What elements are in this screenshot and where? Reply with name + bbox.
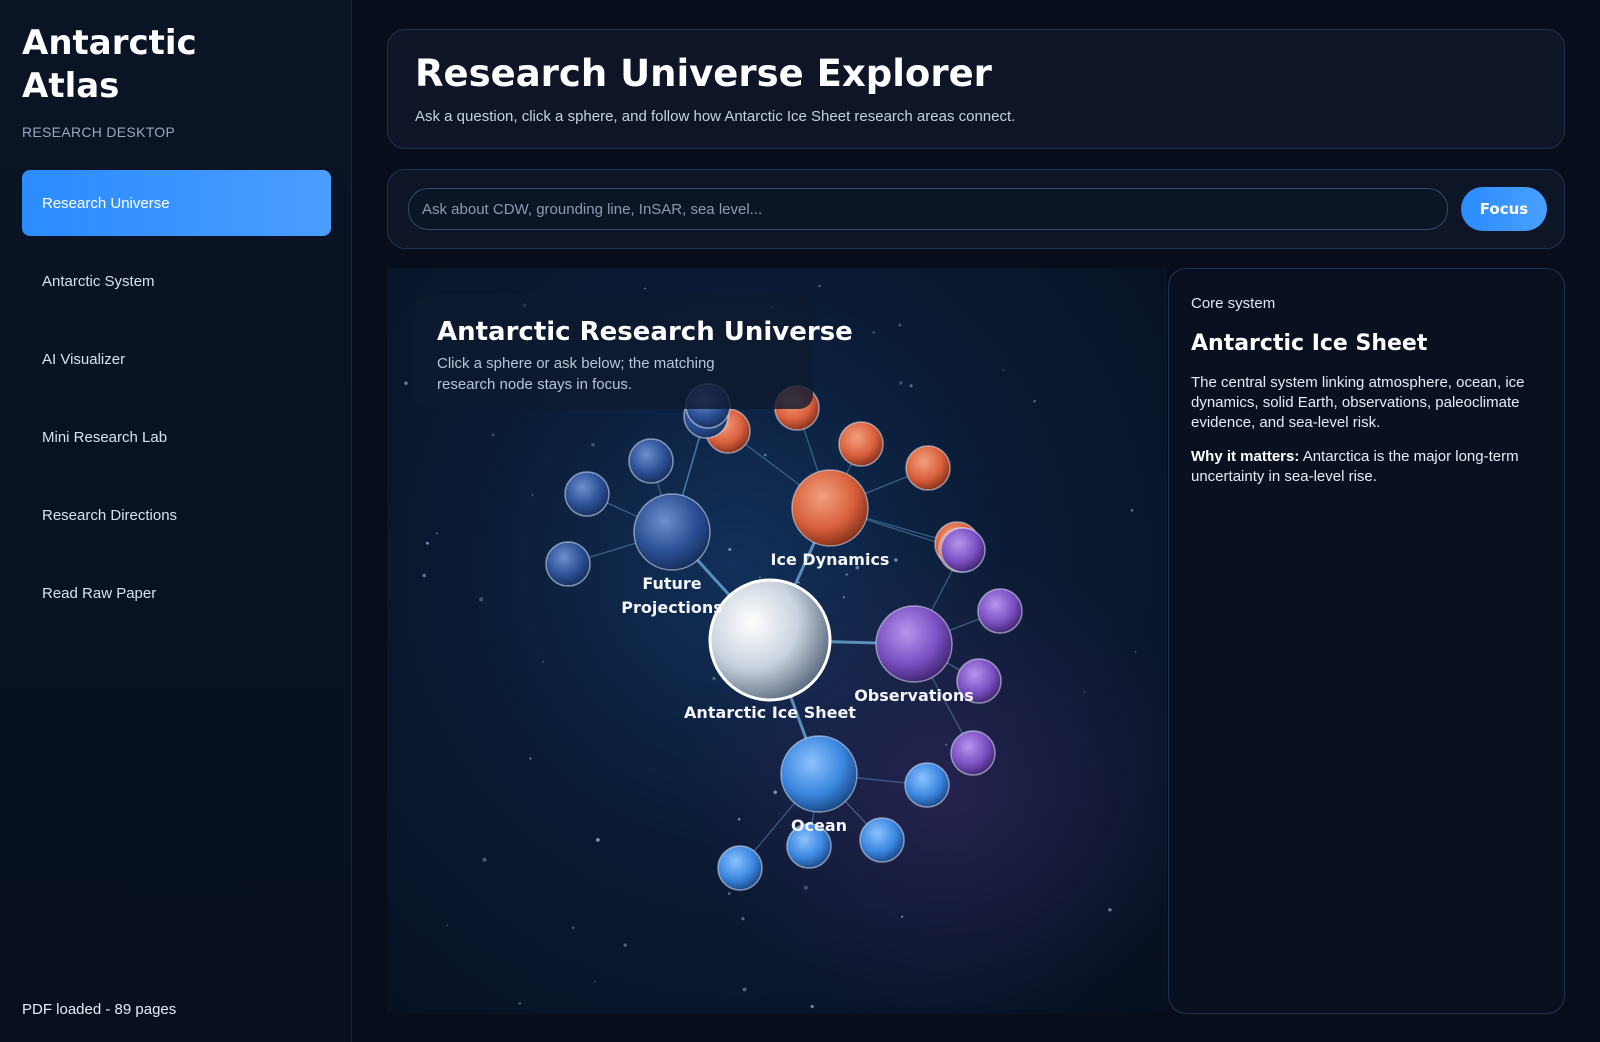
star <box>1002 368 1005 371</box>
star <box>945 743 948 746</box>
sidebar: Antarctic Atlas RESEARCH DESKTOP Researc… <box>0 0 352 1042</box>
star <box>763 453 767 457</box>
sidebar-item-read-raw-paper[interactable]: Read Raw Paper <box>22 560 331 626</box>
focus-button[interactable]: Focus <box>1461 187 1547 231</box>
star <box>845 573 848 576</box>
satellite-node[interactable] <box>838 421 884 467</box>
satellite-node[interactable] <box>940 527 986 573</box>
sidebar-item-research-universe[interactable]: Research Universe <box>22 170 331 236</box>
star <box>623 943 627 947</box>
satellite-node[interactable] <box>564 471 610 517</box>
page-header: Research Universe Explorer Ask a questio… <box>387 29 1565 149</box>
node-label-ocean: Ocean <box>791 816 847 835</box>
node-core[interactable] <box>708 578 832 702</box>
node-ocean[interactable] <box>780 735 858 813</box>
star <box>797 581 800 584</box>
universe-info-card: Antarctic Research Universe Click a sphe… <box>413 295 853 409</box>
satellite-node[interactable] <box>950 730 996 776</box>
node-ice[interactable] <box>791 469 869 547</box>
detail-description: The central system linking atmosphere, o… <box>1191 374 1525 431</box>
star <box>727 892 731 895</box>
star <box>479 597 484 602</box>
star <box>1083 691 1086 693</box>
star <box>529 757 532 760</box>
star <box>898 323 902 327</box>
star <box>482 857 487 862</box>
node-detail-panel: Core system Antarctic Ice Sheet The cent… <box>1168 268 1565 1014</box>
detail-title: Antarctic Ice Sheet <box>1191 331 1428 356</box>
star <box>435 532 439 535</box>
satellite-node[interactable] <box>905 445 951 491</box>
star <box>1033 399 1036 403</box>
satellite-node[interactable] <box>904 762 950 808</box>
star <box>894 558 898 562</box>
star <box>872 331 876 334</box>
sidebar-nav: Research Universe Antarctic System AI Vi… <box>22 170 331 638</box>
star <box>909 384 913 388</box>
star <box>1130 509 1134 512</box>
research-universe-canvas[interactable]: Antarctic Ice Sheet Ice Dynamics Future Pro… <box>387 268 1167 1014</box>
star <box>742 987 747 992</box>
node-label-core: Antarctic Ice Sheet <box>684 703 856 722</box>
pdf-status: PDF loaded - 89 pages <box>22 1001 177 1018</box>
satellite-node[interactable] <box>717 845 763 891</box>
star <box>446 924 449 927</box>
satellite-node[interactable] <box>977 588 1023 634</box>
star <box>712 676 716 681</box>
sidebar-item-ai-visualizer[interactable]: AI Visualizer <box>22 326 331 392</box>
node-label-future: Projections <box>621 598 722 617</box>
star <box>531 493 534 496</box>
node-label-ice: Ice Dynamics <box>771 550 890 569</box>
universe-hint: Click a sphere or ask below; the matchin… <box>437 355 715 393</box>
satellite-node[interactable] <box>545 541 591 587</box>
satellite-node[interactable] <box>628 438 674 484</box>
sidebar-item-antarctic-system[interactable]: Antarctic System <box>22 248 331 314</box>
star <box>422 573 426 578</box>
star <box>899 381 903 385</box>
node-label-future: Future <box>642 574 701 593</box>
star <box>759 576 761 579</box>
node-label-obs: Observations <box>854 686 974 705</box>
star <box>773 790 778 795</box>
detail-why: Why it matters: Antarctica is the major … <box>1191 447 1551 487</box>
star <box>818 284 821 288</box>
star <box>595 837 600 842</box>
node-future[interactable] <box>633 493 711 571</box>
star <box>518 1001 522 1005</box>
star <box>810 1004 814 1009</box>
detail-kicker: Core system <box>1191 295 1276 312</box>
page-subtitle: Ask a question, click a sphere, and foll… <box>415 108 1016 125</box>
universe-title: Antarctic Research Universe <box>437 317 853 347</box>
star <box>1108 908 1112 912</box>
star <box>728 547 732 551</box>
star <box>804 885 808 890</box>
star <box>901 915 904 918</box>
app-brand: Antarctic Atlas <box>22 23 197 106</box>
star <box>1134 650 1137 653</box>
star <box>591 442 595 447</box>
search-bar: Focus <box>387 169 1565 249</box>
star <box>425 541 429 545</box>
star <box>842 596 845 599</box>
page-title: Research Universe Explorer <box>415 52 992 95</box>
app-subtitle: RESEARCH DESKTOP <box>22 124 176 140</box>
star <box>741 917 745 921</box>
search-input[interactable] <box>408 188 1448 230</box>
star <box>644 287 646 290</box>
sidebar-item-research-directions[interactable]: Research Directions <box>22 482 331 548</box>
why-label: Why it matters: <box>1191 448 1300 465</box>
star <box>404 381 408 385</box>
node-obs[interactable] <box>875 605 953 683</box>
sidebar-item-mini-research-lab[interactable]: Mini Research Lab <box>22 404 331 470</box>
star <box>541 660 545 663</box>
star <box>571 926 575 930</box>
satellite-node[interactable] <box>859 817 905 863</box>
star <box>594 980 596 983</box>
star <box>737 817 741 821</box>
star <box>491 433 495 437</box>
